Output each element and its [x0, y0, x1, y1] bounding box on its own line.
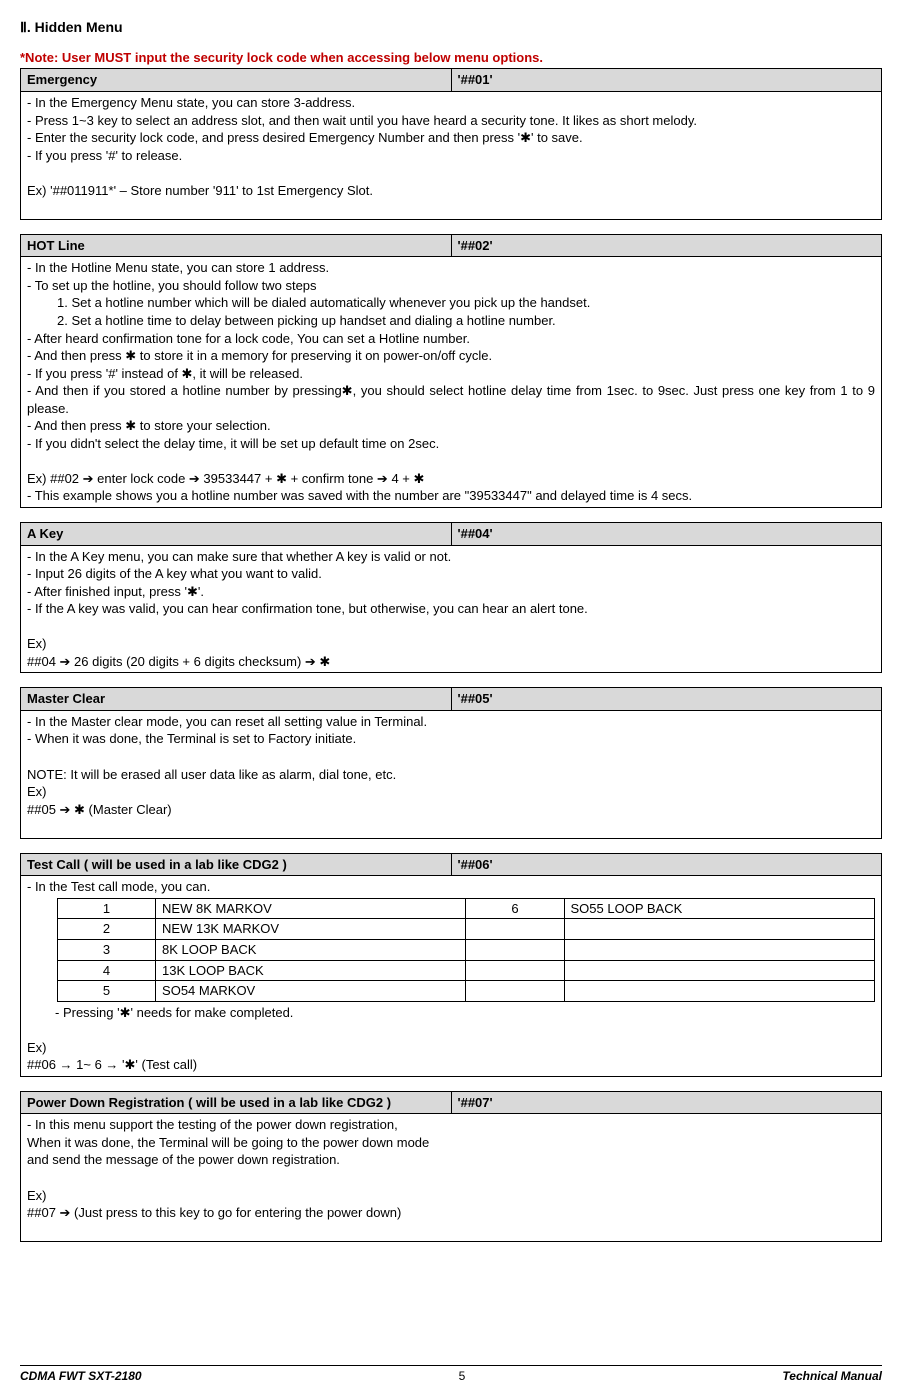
- text-line: - Input 26 digits of the A key what you …: [27, 566, 322, 581]
- text-line: - This example shows you a hotline numbe…: [27, 488, 692, 503]
- opt-num: [466, 939, 564, 960]
- section-title: Ⅱ. Hidden Menu: [20, 18, 882, 37]
- hotline-body: - In the Hotline Menu state, you can sto…: [21, 257, 882, 508]
- text-line: - And then press ✱ to store it in a memo…: [27, 348, 492, 363]
- powerdown-body: - In this menu support the testing of th…: [21, 1114, 882, 1242]
- text-line: When it was done, the Terminal will be g…: [27, 1135, 429, 1150]
- text-line: Ex) '##011911*' – Store number '911' to …: [27, 183, 373, 198]
- master-name: Master Clear: [21, 688, 452, 711]
- table-row: 5 SO54 MARKOV: [58, 981, 875, 1002]
- table-row: 4 13K LOOP BACK: [58, 960, 875, 981]
- opt-label: 13K LOOP BACK: [156, 960, 466, 981]
- text-line: ##07 ➔ (Just press to this key to go for…: [27, 1205, 401, 1220]
- text-line: - If you didn't select the delay time, i…: [27, 436, 439, 451]
- opt-num: 2: [58, 919, 156, 940]
- text-line: - In the Master clear mode, you can rese…: [27, 714, 427, 729]
- emergency-table: Emergency '##01' - In the Emergency Menu…: [20, 68, 882, 219]
- footer-page-number: 5: [459, 1368, 466, 1384]
- master-table: Master Clear '##05' - In the Master clea…: [20, 687, 882, 838]
- text-line: - If the A key was valid, you can hear c…: [27, 601, 588, 616]
- text-line: - To set up the hotline, you should foll…: [27, 278, 317, 293]
- emergency-name: Emergency: [21, 69, 452, 92]
- text-line: - If you press '#' instead of ✱, it will…: [27, 366, 303, 381]
- akey-name: A Key: [21, 523, 452, 546]
- opt-label: SO55 LOOP BACK: [564, 898, 874, 919]
- text-line: Ex): [27, 1040, 47, 1055]
- testcall-body: - In the Test call mode, you can. 1 NEW …: [21, 876, 882, 1076]
- testcall-code: '##06': [451, 853, 882, 876]
- testcall-table: Test Call ( will be used in a lab like C…: [20, 853, 882, 1077]
- powerdown-table: Power Down Registration ( will be used i…: [20, 1091, 882, 1242]
- testcall-name: Test Call ( will be used in a lab like C…: [21, 853, 452, 876]
- opt-label: [564, 981, 874, 1002]
- text-line: - Pressing '✱' needs for make completed.: [27, 1004, 875, 1022]
- text-line: - Enter the security lock code, and pres…: [27, 130, 583, 145]
- opt-label: 8K LOOP BACK: [156, 939, 466, 960]
- text-line: - In this menu support the testing of th…: [27, 1117, 398, 1132]
- text-line: ##05 ➔ ✱ (Master Clear): [27, 802, 172, 817]
- text-line: - In the Test call mode, you can.: [27, 879, 210, 894]
- text-line: - Press 1~3 key to select an address slo…: [27, 113, 697, 128]
- opt-label: [564, 919, 874, 940]
- text-line: ##06 → 1~ 6 → '✱' (Test call): [27, 1057, 197, 1072]
- text-line: Ex): [27, 784, 47, 799]
- text-line: Ex) ##02 ➔ enter lock code ➔ 39533447 + …: [27, 471, 424, 486]
- opt-num: 1: [58, 898, 156, 919]
- table-row: 1 NEW 8K MARKOV 6 SO55 LOOP BACK: [58, 898, 875, 919]
- master-body: - In the Master clear mode, you can rese…: [21, 710, 882, 838]
- text-line: - In the Emergency Menu state, you can s…: [27, 95, 355, 110]
- text-line: - In the Hotline Menu state, you can sto…: [27, 260, 329, 275]
- text-line: - And then press ✱ to store your selecti…: [27, 418, 271, 433]
- opt-label: SO54 MARKOV: [156, 981, 466, 1002]
- text-line: Ex): [27, 636, 47, 651]
- text-line: and send the message of the power down r…: [27, 1152, 340, 1167]
- opt-label: NEW 8K MARKOV: [156, 898, 466, 919]
- opt-label: [564, 960, 874, 981]
- hotline-name: HOT Line: [21, 234, 452, 257]
- text-line: ##04 ➔ 26 digits (20 digits + 6 digits c…: [27, 654, 330, 669]
- akey-code: '##04': [451, 523, 882, 546]
- text-line: 1. Set a hotline number which will be di…: [27, 294, 875, 312]
- opt-num: [466, 960, 564, 981]
- text-line: - After finished input, press '✱'.: [27, 584, 204, 599]
- text-line: Ex): [27, 1188, 47, 1203]
- opt-label: NEW 13K MARKOV: [156, 919, 466, 940]
- master-code: '##05': [451, 688, 882, 711]
- table-row: 3 8K LOOP BACK: [58, 939, 875, 960]
- text-line: - If you press '#' to release.: [27, 148, 182, 163]
- opt-num: 4: [58, 960, 156, 981]
- security-note: *Note: User MUST input the security lock…: [20, 49, 882, 67]
- text-line: NOTE: It will be erased all user data li…: [27, 767, 396, 782]
- text-line: 2. Set a hotline time to delay between p…: [27, 312, 875, 330]
- table-row: 2 NEW 13K MARKOV: [58, 919, 875, 940]
- hotline-table: HOT Line '##02' - In the Hotline Menu st…: [20, 234, 882, 508]
- opt-num: 5: [58, 981, 156, 1002]
- emergency-body: - In the Emergency Menu state, you can s…: [21, 91, 882, 219]
- page-footer: CDMA FWT SXT-2180 5 Technical Manual: [20, 1365, 882, 1384]
- text-line: - After heard confirmation tone for a lo…: [27, 331, 470, 346]
- emergency-code: '##01': [451, 69, 882, 92]
- opt-num: [466, 919, 564, 940]
- opt-num: [466, 981, 564, 1002]
- text-line: - In the A Key menu, you can make sure t…: [27, 549, 451, 564]
- text-line: - When it was done, the Terminal is set …: [27, 731, 356, 746]
- akey-table: A Key '##04' - In the A Key menu, you ca…: [20, 522, 882, 673]
- opt-num: 3: [58, 939, 156, 960]
- footer-left: CDMA FWT SXT-2180: [20, 1368, 142, 1384]
- hotline-code: '##02': [451, 234, 882, 257]
- opt-num: 6: [466, 898, 564, 919]
- powerdown-name: Power Down Registration ( will be used i…: [21, 1091, 452, 1114]
- opt-label: [564, 939, 874, 960]
- akey-body: - In the A Key menu, you can make sure t…: [21, 545, 882, 673]
- footer-right: Technical Manual: [782, 1368, 882, 1384]
- text-line: - And then if you stored a hotline numbe…: [27, 383, 875, 416]
- powerdown-code: '##07': [451, 1091, 882, 1114]
- testcall-options-table: 1 NEW 8K MARKOV 6 SO55 LOOP BACK 2 NEW 1…: [57, 898, 875, 1002]
